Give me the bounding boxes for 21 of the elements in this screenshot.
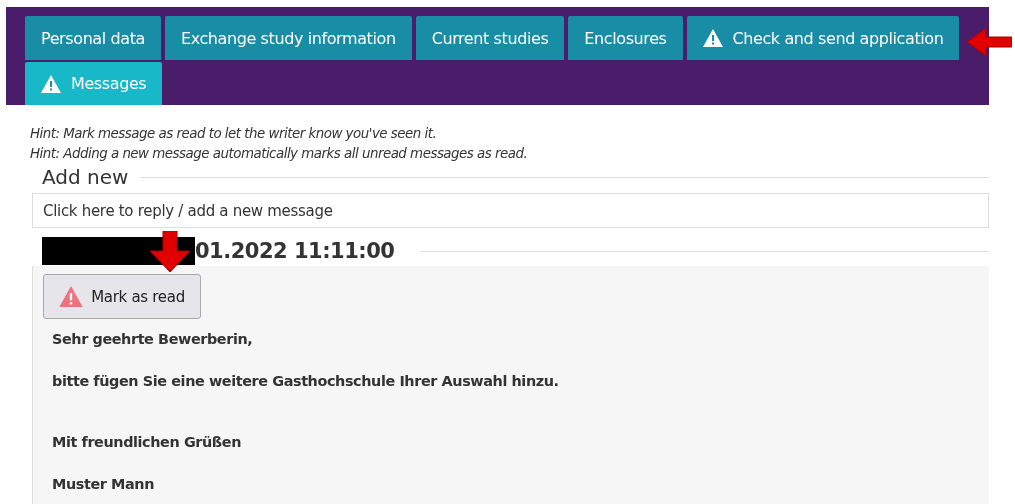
message-text: Sehr geehrte Bewerberin, (52, 330, 254, 349)
hint-text: Hint: Adding a new message automatically marks all unread messages as read. (30, 145, 528, 163)
tab[interactable]: Enclosures (568, 16, 683, 60)
arrow-icon (148, 231, 192, 273)
warning-icon (702, 29, 723, 47)
mark-read-button[interactable]: Mark as read (43, 274, 201, 319)
message-date: 01.2022 11:11:00 (195, 239, 395, 263)
tab[interactable]: Exchange study information (164, 16, 412, 60)
tab[interactable]: Current studies (415, 16, 565, 60)
section-title: Add new (42, 165, 129, 189)
tab[interactable]: Check and send application (686, 16, 960, 60)
message-text: Muster Mann (52, 475, 155, 494)
warning-icon (41, 74, 61, 93)
tab[interactable]: Personal data (25, 16, 161, 60)
message-text: bitte fügen Sie eine weitere Gasthochschule Ihrer Auswahl hinzu. (52, 372, 560, 391)
arrow-icon (966, 27, 1012, 57)
hint-text: Hint: Mark message as read to let the writer know you've seen it. (30, 125, 438, 143)
message-text: Mit freundlichen Grüßen (52, 433, 242, 452)
reply-field[interactable]: Click here to reply / add a new message (32, 193, 989, 228)
tab[interactable]: Messages (25, 62, 163, 105)
warning-icon (59, 285, 84, 308)
